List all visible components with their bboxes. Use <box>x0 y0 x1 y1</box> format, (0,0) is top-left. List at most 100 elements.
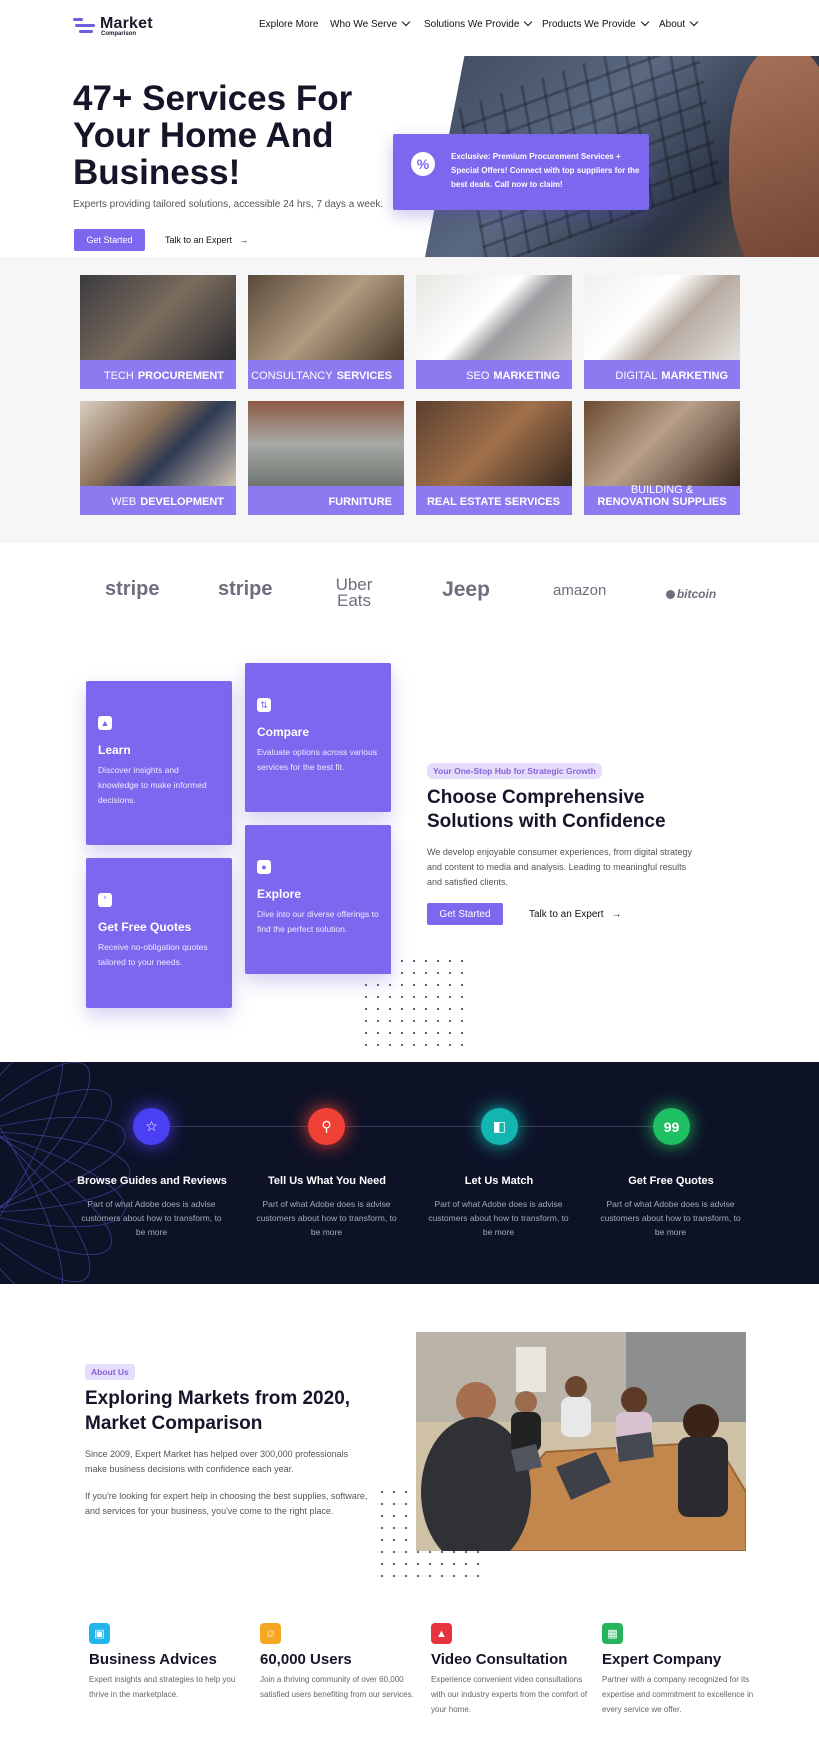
step-connector <box>519 1126 653 1127</box>
step-text: Part of what Adobe does is advise custom… <box>428 1199 569 1237</box>
feature-title: Get Free Quotes <box>98 920 192 934</box>
compare-icon: ⇅ <box>257 698 271 712</box>
arrow-right-icon: → <box>611 908 622 920</box>
search-icon: ⚲ <box>308 1108 345 1145</box>
section-text: We develop enjoyable consumer experience… <box>427 847 692 887</box>
match-icon: ◧ <box>481 1108 518 1145</box>
users-icon: ☺ <box>260 1623 281 1644</box>
brand-logo-bitcoin: bitcoin <box>665 587 717 601</box>
step-title: Browse Guides and Reviews <box>77 1175 227 1187</box>
nav-solutions[interactable]: Solutions We Provide <box>424 17 533 30</box>
arrow-right-icon: → <box>239 235 249 245</box>
brand-logo-jeep: Jeep <box>442 578 490 601</box>
service-image <box>248 401 404 486</box>
hero-title: 47+ Services For Your Home And Business! <box>73 79 353 192</box>
star-icon: ☆ <box>133 1108 170 1145</box>
service-card-seo-marketing[interactable]: SEO MARKETING <box>416 275 572 389</box>
step-title: Get Free Quotes <box>628 1175 714 1187</box>
nav-about[interactable]: About <box>659 17 699 30</box>
service-card-tech-procurement[interactable]: TECH PROCUREMENT <box>80 275 236 389</box>
nav-explore-more[interactable]: Explore More <box>259 19 318 30</box>
service-label: CONSULTANCY SERVICES <box>248 360 404 389</box>
stat-text: Join a thriving community of over 60,000… <box>260 1675 414 1699</box>
quote-icon: ” <box>98 893 112 907</box>
section-tag: Your One-Stop Hub for Strategic Growth <box>427 763 602 779</box>
feature-card-compare[interactable]: ⇅ Compare Evaluate options across variou… <box>245 663 391 812</box>
decorative-spiral <box>0 1062 131 1284</box>
feature-card-free-quotes[interactable]: ” Get Free Quotes Receive no-obligation … <box>86 858 232 1008</box>
brand-logo-uber-eats: Uber Eats <box>335 575 373 610</box>
discount-badge-icon: % <box>411 152 435 176</box>
feature-text: Dive into our diverse offerings to find … <box>257 909 379 934</box>
stat-title: 60,000 Users <box>260 1651 352 1668</box>
briefcase-icon: ▣ <box>89 1623 110 1644</box>
promo-text: Exclusive: Premium Procurement Services … <box>451 152 640 189</box>
service-card-building-renovation-supplies[interactable]: BUILDING & RENOVATION SUPPLIES <box>584 401 740 515</box>
stat-title: Expert Company <box>602 1651 722 1668</box>
feature-title: Learn <box>98 743 131 757</box>
service-label: FURNITURE <box>248 486 404 515</box>
step-connector <box>170 1126 308 1127</box>
service-label: WEB DEVELOPMENT <box>80 486 236 515</box>
step-text: Part of what Adobe does is advise custom… <box>600 1199 741 1237</box>
nav-who-we-serve[interactable]: Who We Serve <box>330 17 411 30</box>
feature-title: Compare <box>257 725 310 739</box>
hero-subtitle: Experts providing tailored solutions, ac… <box>73 199 384 210</box>
get-started-button[interactable]: Get Started <box>427 903 503 925</box>
about-paragraph-2: If you're looking for expert help in cho… <box>85 1491 368 1516</box>
chevron-down-icon <box>524 17 533 27</box>
service-card-furniture[interactable]: FURNITURE <box>248 401 404 515</box>
how-it-works-section <box>0 1062 819 1284</box>
brand-logo-stripe: stripe <box>105 578 160 600</box>
service-card-digital-marketing[interactable]: DIGITAL MARKETING <box>584 275 740 389</box>
logo-subtitle: Comparison <box>101 31 137 37</box>
stat-text: Expert insights and strategies to help y… <box>89 1675 236 1699</box>
service-image <box>248 275 404 360</box>
feature-text: Evaluate options across various services… <box>257 747 378 772</box>
service-card-web-development[interactable]: WEB DEVELOPMENT <box>80 401 236 515</box>
chevron-down-icon <box>401 17 411 27</box>
service-image <box>584 401 740 486</box>
section-title: Choose Comprehensive Solutions with Conf… <box>427 787 666 832</box>
feature-title: Explore <box>257 887 302 901</box>
talk-to-expert-link[interactable]: Talk to an Expert → <box>165 229 248 251</box>
feature-card-learn[interactable]: ▲ Learn Discover insights and knowledge … <box>86 681 232 845</box>
service-card-consultancy-services[interactable]: CONSULTANCY SERVICES <box>248 275 404 389</box>
service-image <box>80 275 236 360</box>
brand-logo-amazon: amazon <box>553 582 607 599</box>
promo-banner[interactable]: % Exclusive: Premium Procurement Service… <box>393 134 649 210</box>
feature-text: Discover insights and knowledge to make … <box>98 765 207 805</box>
step-title: Let Us Match <box>464 1175 534 1187</box>
feature-card-explore[interactable]: ● Explore Dive into our diverse offering… <box>245 825 391 974</box>
feature-text: Receive no-obligation quotes tailored to… <box>98 942 208 967</box>
graduation-cap-icon: ▲ <box>98 716 112 730</box>
service-label: SEO MARKETING <box>416 360 572 389</box>
stat-text: Partner with a company recognized for it… <box>602 1675 754 1714</box>
talk-to-expert-link[interactable]: Talk to an Expert → <box>529 903 621 925</box>
video-icon: ▲ <box>431 1623 452 1644</box>
about-title: Exploring Markets from 2020, Market Comp… <box>85 1388 351 1434</box>
stat-title: Video Consultation <box>431 1651 568 1668</box>
compass-icon: ● <box>257 860 271 874</box>
service-image <box>80 401 236 486</box>
service-image <box>416 401 572 486</box>
service-image <box>584 275 740 360</box>
service-card-real-estate-services[interactable]: REAL ESTATE SERVICES <box>416 401 572 515</box>
building-icon: ▦ <box>602 1623 623 1644</box>
service-label: TECH PROCUREMENT <box>80 360 236 389</box>
step-connector <box>346 1126 482 1127</box>
about-paragraph-1: Since 2009, Expert Market has helped ove… <box>85 1449 349 1474</box>
stat-title: Business Advices <box>89 1651 217 1668</box>
stat-text: Experience convenient video consultation… <box>431 1675 588 1714</box>
service-image <box>416 275 572 360</box>
team-meeting-image <box>416 1332 746 1551</box>
get-started-button[interactable]: Get Started <box>74 229 145 251</box>
step-text: Part of what Adobe does is advise custom… <box>256 1199 397 1237</box>
about-tag: About Us <box>85 1364 135 1380</box>
step-text: Part of what Adobe does is advise custom… <box>81 1199 222 1237</box>
chevron-down-icon <box>640 17 649 27</box>
service-label: DIGITAL MARKETING <box>584 360 740 389</box>
nav-products[interactable]: Products We Provide <box>542 17 649 30</box>
step-title: Tell Us What You Need <box>268 1175 386 1187</box>
brand-logo-stripe: stripe <box>218 578 273 600</box>
